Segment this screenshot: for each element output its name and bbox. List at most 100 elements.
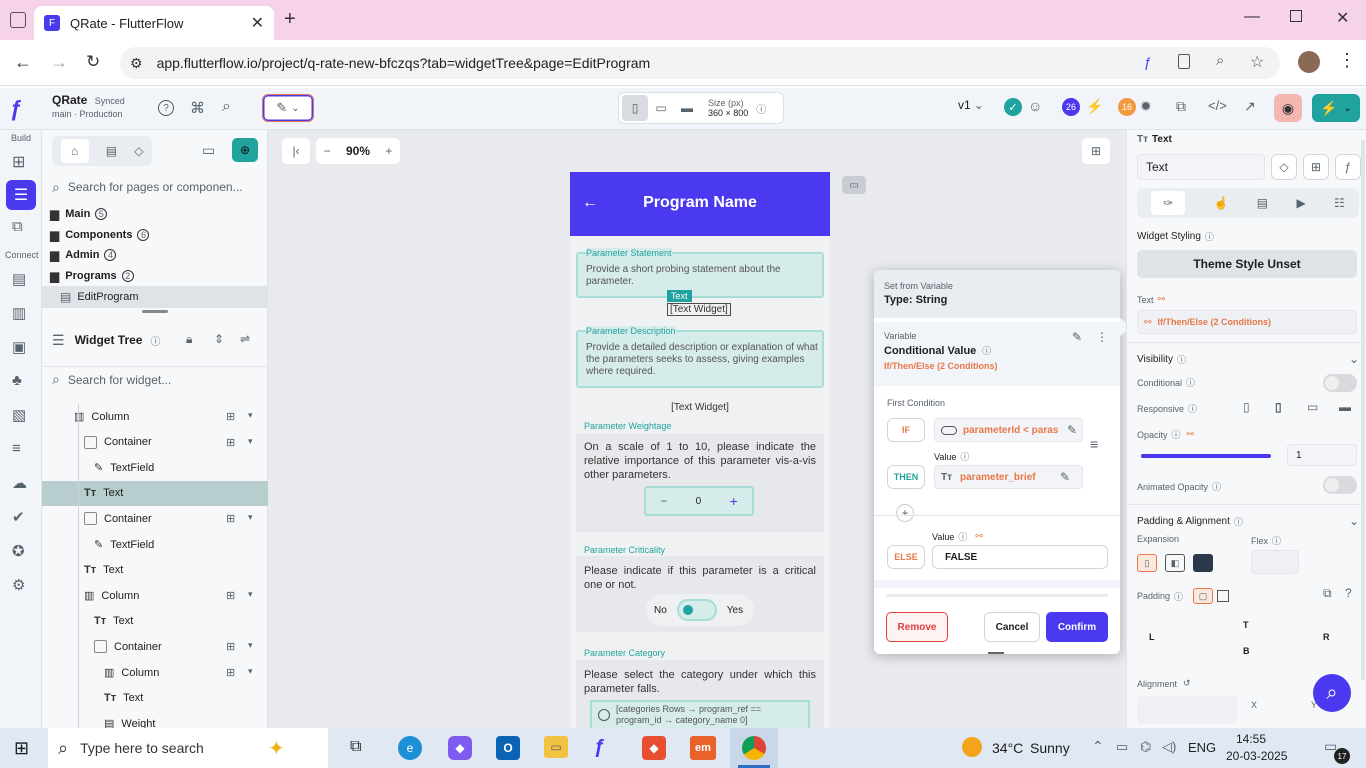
copy-icon[interactable]: ⧉ bbox=[1323, 586, 1332, 601]
page-folder-item[interactable]: ▆ Programs 2 bbox=[42, 266, 268, 286]
clipboard-icon[interactable] bbox=[1178, 54, 1190, 69]
info-icon[interactable]: ⓘ bbox=[1186, 376, 1195, 389]
remove-button[interactable]: Remove bbox=[886, 612, 948, 642]
else-value-field[interactable]: FALSE bbox=[932, 545, 1108, 569]
variable-binding-icon[interactable]: ⚯ bbox=[1187, 429, 1195, 440]
notification-badge[interactable]: 17 bbox=[1334, 748, 1350, 764]
description-field[interactable]: Parameter Description Provide a detailed… bbox=[576, 326, 824, 388]
window-close-icon[interactable]: ✕ bbox=[1336, 8, 1349, 28]
info-icon[interactable]: ⓘ bbox=[1205, 230, 1214, 243]
resize-handle[interactable] bbox=[142, 310, 168, 313]
info-icon[interactable]: ⓘ bbox=[756, 101, 766, 116]
media-icon[interactable]: ▧ bbox=[12, 406, 26, 424]
actions-tab-icon[interactable]: ☝ bbox=[1213, 196, 1228, 210]
ai-gen-button[interactable]: ✎ ⌄ bbox=[262, 94, 314, 122]
components-icon[interactable]: ⧉ bbox=[12, 218, 23, 235]
documentation-tab-icon[interactable]: ☷ bbox=[1334, 196, 1345, 210]
code-icon[interactable]: </> bbox=[1208, 98, 1227, 113]
chevron-down-icon[interactable]: ▾ bbox=[248, 666, 253, 677]
conditional-toggle[interactable] bbox=[1323, 374, 1357, 392]
preview-eye-icon[interactable]: ◉ bbox=[1274, 94, 1302, 122]
widget-tree-item[interactable]: ✎ TextField bbox=[42, 532, 268, 557]
add-child-icon[interactable]: ⊞ bbox=[226, 512, 235, 525]
weather-text[interactable]: Sunny bbox=[1030, 740, 1070, 756]
address-field[interactable]: ⚙ app.flutterflow.io/project/q-rate-new-… bbox=[120, 47, 1280, 79]
statement-field[interactable]: Parameter Statement Provide a short prob… bbox=[576, 248, 824, 298]
bug-icon[interactable]: ✹ bbox=[1140, 98, 1152, 115]
new-tab-icon[interactable]: + bbox=[284, 8, 296, 31]
language-indicator[interactable]: ENG bbox=[1188, 740, 1216, 755]
search-icon[interactable]: ⌕ bbox=[222, 98, 231, 116]
database-icon[interactable]: ▤ bbox=[12, 270, 26, 288]
tests-icon[interactable]: ✔ bbox=[12, 508, 25, 526]
phone-visibility-icon[interactable]: ▯ bbox=[1243, 400, 1250, 414]
site-info-icon[interactable]: ⚙ bbox=[130, 55, 143, 72]
tablet-device-icon[interactable]: ▭ bbox=[648, 95, 674, 121]
resize-handle[interactable] bbox=[988, 652, 1004, 654]
collapse-panel-icon[interactable]: |‹ bbox=[282, 138, 310, 164]
properties-tab-icon[interactable]: ✑ bbox=[1151, 191, 1186, 215]
expand-collapse-icon[interactable]: ⇕ bbox=[214, 332, 224, 346]
outlook-icon[interactable]: O bbox=[496, 736, 520, 760]
if-condition-field[interactable]: parameterId < paras ✎ bbox=[934, 418, 1083, 442]
windows-start-icon[interactable]: ⊞ bbox=[14, 738, 29, 759]
reset-icon[interactable]: ↺ bbox=[1183, 678, 1191, 689]
flutterflow-logo-icon[interactable]: ƒ bbox=[10, 96, 22, 122]
copilot-sparkle-icon[interactable]: ✦ bbox=[268, 736, 285, 761]
padding-bottom[interactable]: B bbox=[1243, 646, 1250, 656]
back-icon[interactable]: ← bbox=[14, 52, 32, 73]
tablet-visibility-icon[interactable]: ▯ bbox=[1275, 400, 1282, 414]
issues-badge[interactable]: 26 bbox=[1062, 98, 1080, 116]
variable-section[interactable]: Variable Conditional Value ⓘ If/Then/Els… bbox=[874, 322, 1120, 386]
git-app-icon[interactable]: ◆ bbox=[642, 736, 666, 760]
widget-tree-item[interactable]: ✎ TextField bbox=[42, 455, 268, 480]
chevron-down-icon[interactable]: ▾ bbox=[248, 589, 253, 600]
opacity-slider[interactable] bbox=[1141, 454, 1271, 458]
flutterflow-app-icon[interactable]: ƒ bbox=[594, 736, 605, 759]
file-explorer-icon[interactable]: ▭ bbox=[544, 736, 568, 758]
padding-individual-icon[interactable] bbox=[1217, 590, 1230, 602]
ai-assist-icon[interactable]: ƒ bbox=[1335, 154, 1361, 180]
widget-tree-item[interactable]: ▤ Weight bbox=[42, 711, 268, 728]
volume-icon[interactable]: ◁) bbox=[1162, 739, 1176, 755]
expansion-flexible-icon[interactable]: ▯ bbox=[1137, 554, 1157, 572]
page-folder-item[interactable]: ▆ Main 5 bbox=[42, 204, 268, 224]
battery-icon[interactable]: ▭ bbox=[1116, 739, 1128, 755]
search-fab-icon[interactable]: ⌕ bbox=[1313, 674, 1351, 712]
zoom-in-icon[interactable]: + bbox=[385, 144, 392, 158]
widget-tree-item[interactable]: Tт Text bbox=[42, 558, 268, 583]
lock-icon[interactable]: 🔒︎ bbox=[186, 332, 192, 347]
info-icon[interactable]: ⓘ bbox=[960, 450, 969, 463]
category-radio-option[interactable]: [categories Rows → program_ref == progra… bbox=[590, 700, 810, 728]
chevron-down-icon[interactable]: ▾ bbox=[248, 410, 253, 421]
stepper-minus-button[interactable]: − bbox=[660, 494, 667, 508]
comments-icon[interactable]: ☺ bbox=[1028, 98, 1042, 114]
info-icon[interactable]: ⓘ bbox=[1234, 515, 1243, 528]
app-state-icon[interactable]: ▣ bbox=[12, 338, 26, 356]
info-icon[interactable]: ⓘ bbox=[1212, 480, 1221, 493]
theme-icon[interactable]: ✪ bbox=[12, 542, 25, 560]
flex-input[interactable] bbox=[1251, 550, 1299, 574]
add-child-icon[interactable]: ⊞ bbox=[226, 666, 235, 679]
animations-tab-icon[interactable]: ▶ bbox=[1296, 196, 1305, 210]
theme-style-button[interactable]: Theme Style Unset bbox=[1137, 250, 1357, 278]
info-icon[interactable]: ⓘ bbox=[958, 530, 967, 543]
animated-opacity-toggle[interactable] bbox=[1323, 476, 1357, 494]
cloud-icon[interactable]: ☁ bbox=[12, 474, 27, 492]
cancel-button[interactable]: Cancel bbox=[984, 612, 1040, 642]
then-value-field[interactable]: Tт parameter_brief ✎ bbox=[934, 465, 1083, 489]
open-external-icon[interactable]: ↗ bbox=[1244, 98, 1256, 115]
clock-date[interactable]: 20-03-2025 bbox=[1226, 749, 1287, 763]
device-frame-icon[interactable]: ▭ bbox=[842, 176, 866, 194]
tablet-landscape-visibility-icon[interactable]: ▭ bbox=[1307, 400, 1318, 414]
expansion-expanded-icon[interactable]: ◧ bbox=[1165, 554, 1185, 572]
connections-icon[interactable]: ⧉ bbox=[1176, 98, 1186, 115]
padding-top[interactable]: T bbox=[1243, 620, 1249, 630]
component-icon[interactable]: ⊞ bbox=[1303, 154, 1329, 180]
desktop-device-icon[interactable]: ▬ bbox=[674, 95, 700, 121]
expansion-fixed-icon[interactable] bbox=[1193, 554, 1213, 572]
warnings-badge[interactable]: 16 bbox=[1118, 98, 1136, 116]
widget-tree-item[interactable]: Container ⊞ ▾ bbox=[42, 506, 268, 531]
close-icon[interactable]: ✕ bbox=[251, 13, 264, 33]
widget-tree-item[interactable]: Container ⊞ ▾ bbox=[42, 634, 268, 659]
